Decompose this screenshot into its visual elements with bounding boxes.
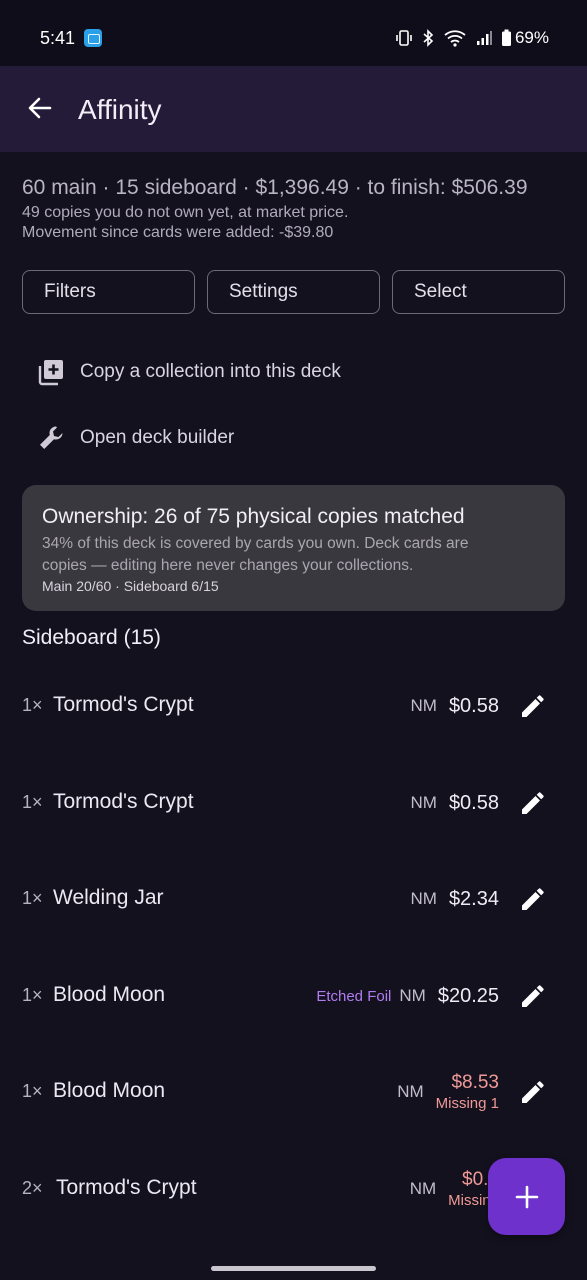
- pencil-icon[interactable]: [519, 982, 547, 1010]
- battery-indicator: 69%: [501, 28, 549, 48]
- card-meta: NM $2.34: [410, 851, 499, 947]
- bluetooth-icon: [423, 29, 434, 47]
- battery-icon: [501, 29, 511, 46]
- status-time: 5:41: [40, 28, 76, 48]
- card-price-block: $2.34: [449, 888, 499, 911]
- ownership-breakdown: Main 20/60 · Sideboard 6/15: [42, 578, 219, 594]
- copy-collection-action[interactable]: Copy a collection into this deck: [36, 352, 341, 392]
- card-row[interactable]: 1× Blood Moon Etched Foil NM $20.25: [0, 948, 587, 1044]
- card-price-block: $8.53 Missing 1: [436, 1072, 499, 1112]
- card-quantity: 1×: [22, 1081, 43, 1101]
- home-indicator[interactable]: [211, 1266, 376, 1271]
- ownership-card: Ownership: 26 of 75 physical copies matc…: [22, 485, 565, 611]
- card-name: Tormod's Crypt: [56, 1176, 197, 1199]
- deck-summary-main: 60 main · 15 sideboard · $1,396.49 · to …: [22, 176, 528, 199]
- open-deck-builder-label: Open deck builder: [80, 427, 235, 448]
- toolbar-buttons: Filters Settings Select: [22, 270, 565, 314]
- card-quantity: 1×: [22, 695, 43, 715]
- pencil-icon[interactable]: [519, 789, 547, 817]
- card-condition: NM: [409, 1179, 437, 1198]
- copy-collection-label: Copy a collection into this deck: [80, 361, 341, 382]
- card-meta: NM $0.58: [410, 755, 499, 851]
- battery-percentage: 69%: [514, 28, 549, 47]
- back-button[interactable]: [20, 88, 60, 128]
- card-meta: NM $0.8 Missing: [410, 1141, 499, 1237]
- status-bar: 5:41 69%: [0, 0, 587, 66]
- missing-copies-note: 49 copies you do not own yet, at market …: [22, 204, 349, 221]
- card-meta: Etched Foil NM $20.25: [316, 948, 499, 1044]
- select-button[interactable]: Select: [392, 270, 565, 314]
- foil-tag: Etched Foil: [316, 987, 392, 1005]
- card-condition: NM: [399, 986, 426, 1005]
- card-quantity: 2×: [22, 1178, 43, 1198]
- card-price-block: $20.25: [438, 985, 499, 1008]
- wifi-icon: [444, 30, 466, 47]
- wrench-icon: [36, 423, 66, 453]
- app-notification-icon: [84, 29, 102, 47]
- sideboard-section-title: Sideboard (15): [22, 626, 161, 649]
- card-condition: NM: [410, 889, 437, 908]
- card-condition: NM: [410, 696, 437, 715]
- card-name: Tormod's Crypt: [53, 693, 194, 716]
- card-row[interactable]: 1× Tormod's Crypt NM $0.58: [0, 755, 587, 851]
- app-bar: Affinity: [0, 66, 587, 152]
- card-quantity: 1×: [22, 888, 43, 908]
- pencil-icon[interactable]: [519, 885, 547, 913]
- status-icons: 69%: [395, 28, 549, 48]
- ownership-description: 34% of this deck is covered by cards you…: [42, 533, 545, 577]
- arrow-back-icon: [28, 97, 52, 119]
- price-movement-note: Movement since cards were added: -$39.80: [22, 224, 334, 241]
- vibrate-icon: [396, 30, 412, 46]
- pencil-icon[interactable]: [519, 1078, 547, 1106]
- card-row[interactable]: 1× Tormod's Crypt NM $0.58: [0, 658, 587, 754]
- card-condition: NM: [410, 793, 437, 812]
- card-name: Welding Jar: [53, 886, 164, 909]
- card-condition: NM: [397, 1082, 424, 1101]
- card-quantity: 1×: [22, 985, 43, 1005]
- settings-button[interactable]: Settings: [207, 270, 380, 314]
- ownership-description-line: 34% of this deck is covered by cards you…: [42, 535, 469, 552]
- card-price-block: $0.58: [449, 792, 499, 815]
- card-price: $20.25: [437, 984, 499, 1007]
- card-name: Tormod's Crypt: [53, 790, 194, 813]
- deck-summary: 60 main · 15 sideboard · $1,396.49 · to …: [22, 176, 567, 242]
- add-card-button[interactable]: [488, 1158, 565, 1235]
- ownership-description-line: copies — editing here never changes your…: [42, 557, 414, 574]
- open-deck-builder-action[interactable]: Open deck builder: [36, 418, 234, 458]
- card-price: $0.58: [448, 791, 499, 814]
- card-price-block: $0.58: [449, 695, 499, 718]
- card-name: Blood Moon: [53, 1079, 166, 1102]
- filters-button[interactable]: Filters: [22, 270, 195, 314]
- plus-icon: [515, 1185, 538, 1208]
- card-price: $8.53: [451, 1072, 499, 1093]
- card-meta: NM $0.58: [410, 658, 499, 754]
- card-price: $0.58: [448, 694, 499, 717]
- card-quantity: 1×: [22, 792, 43, 812]
- pencil-icon[interactable]: [519, 692, 547, 720]
- card-name: Blood Moon: [53, 983, 166, 1006]
- library-add-icon: [36, 357, 66, 387]
- signal-icon: [476, 31, 492, 45]
- card-row[interactable]: 1× Welding Jar NM $2.34: [0, 851, 587, 947]
- missing-label: Missing 1: [435, 1095, 499, 1112]
- ownership-title: Ownership: 26 of 75 physical copies matc…: [42, 505, 465, 528]
- card-row[interactable]: 1× Blood Moon NM $8.53 Missing 1: [0, 1044, 587, 1140]
- card-price: $2.34: [448, 887, 499, 910]
- page-title: Affinity: [78, 94, 162, 125]
- card-meta: NM $8.53 Missing 1: [397, 1044, 499, 1140]
